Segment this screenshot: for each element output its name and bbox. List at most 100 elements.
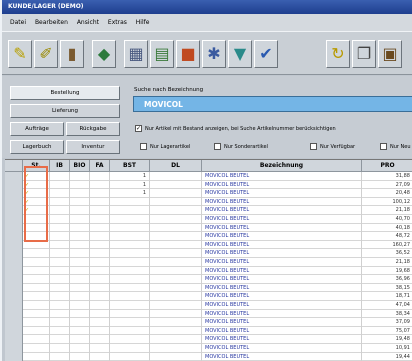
row-number[interactable] xyxy=(5,197,23,207)
ib-cell[interactable] xyxy=(50,301,70,310)
description-cell[interactable]: MOVICOL BEUTEL xyxy=(202,249,362,258)
description-cell[interactable]: MOVICOL BEUTEL xyxy=(202,232,362,241)
toolbar-button-truck[interactable]: ■ xyxy=(176,40,200,68)
header-bezeichnung[interactable]: Bezeichnung xyxy=(202,160,362,172)
description-cell[interactable]: MOVICOL BEUTEL xyxy=(202,189,362,198)
table-row[interactable]: MOVICOL BEUTEL 38,34 xyxy=(5,309,412,319)
checkbox[interactable] xyxy=(214,143,221,150)
status-cell[interactable] xyxy=(23,283,50,293)
row-number[interactable] xyxy=(5,180,23,190)
description-cell[interactable]: MOVICOL BEUTEL xyxy=(202,301,362,310)
ib-cell[interactable] xyxy=(50,318,70,327)
fa-cell[interactable] xyxy=(90,283,110,293)
fa-cell[interactable] xyxy=(90,292,110,301)
description-cell[interactable]: MOVICOL BEUTEL xyxy=(202,309,362,319)
fa-cell[interactable] xyxy=(90,309,110,319)
row-number[interactable] xyxy=(5,266,23,276)
bio-cell[interactable] xyxy=(70,301,90,310)
header-pro[interactable]: PRO xyxy=(362,160,412,172)
table-row[interactable]: ✓ 1 MOVICOL BEUTEL 31,88 xyxy=(5,172,412,181)
dl-cell[interactable] xyxy=(150,283,202,293)
ib-cell[interactable] xyxy=(50,215,70,224)
table-row[interactable]: MOVICOL BEUTEL 47,04 xyxy=(5,301,412,310)
status-cell[interactable] xyxy=(23,326,50,336)
price-cell[interactable]: 36,96 xyxy=(362,275,412,284)
status-cell[interactable] xyxy=(23,318,50,327)
dl-cell[interactable] xyxy=(150,275,202,284)
price-cell[interactable]: 37,09 xyxy=(362,318,412,327)
bst-cell[interactable] xyxy=(110,326,150,336)
option-1[interactable]: Nur Lagerartikel xyxy=(140,142,190,151)
header-fa[interactable]: FA xyxy=(90,160,110,172)
bio-cell[interactable] xyxy=(70,283,90,293)
status-cell[interactable] xyxy=(23,309,50,319)
bio-cell[interactable] xyxy=(70,292,90,301)
price-cell[interactable]: 75,07 xyxy=(362,327,412,336)
option-3[interactable]: Nur Verfügbar xyxy=(310,142,355,151)
description-cell[interactable]: MOVICOL BEUTEL xyxy=(202,352,362,361)
description-cell[interactable]: MOVICOL BEUTEL xyxy=(202,266,362,276)
price-cell[interactable]: 19,68 xyxy=(362,267,412,276)
price-cell[interactable]: 38,15 xyxy=(362,284,412,293)
description-cell[interactable]: MOVICOL BEUTEL xyxy=(202,283,362,293)
price-cell[interactable]: 10,91 xyxy=(362,344,412,353)
description-cell[interactable]: MOVICOL BEUTEL xyxy=(202,172,362,181)
fa-cell[interactable] xyxy=(90,215,110,224)
table-row[interactable]: MOVICOL BEUTEL 48,72 xyxy=(5,232,412,241)
row-number[interactable] xyxy=(5,189,23,198)
bio-cell[interactable] xyxy=(70,309,90,319)
table-row[interactable]: MOVICOL BEUTEL 40,70 xyxy=(5,215,412,224)
dl-cell[interactable] xyxy=(150,352,202,361)
fa-cell[interactable] xyxy=(90,232,110,241)
toolbar-button-edit-2[interactable]: ✐ xyxy=(34,40,58,68)
row-number[interactable] xyxy=(5,206,23,215)
bio-cell[interactable] xyxy=(70,223,90,233)
row-number[interactable] xyxy=(5,275,23,284)
fa-cell[interactable] xyxy=(90,352,110,361)
toolbar-button-building[interactable]: ▦ xyxy=(124,40,148,68)
price-cell[interactable]: 18,71 xyxy=(362,292,412,301)
search-input[interactable]: MOVICOL xyxy=(133,96,412,112)
price-cell[interactable]: 38,34 xyxy=(362,310,412,319)
ib-cell[interactable] xyxy=(50,172,70,181)
row-number[interactable] xyxy=(5,249,23,258)
price-cell[interactable]: 40,70 xyxy=(362,215,412,224)
description-cell[interactable]: MOVICOL BEUTEL xyxy=(202,275,362,284)
checkbox-checked[interactable]: ✓ xyxy=(135,125,142,132)
fa-cell[interactable] xyxy=(90,197,110,207)
bst-cell[interactable] xyxy=(110,275,150,284)
bio-cell[interactable] xyxy=(70,206,90,215)
ib-cell[interactable] xyxy=(50,283,70,293)
fa-cell[interactable] xyxy=(90,180,110,190)
fa-cell[interactable] xyxy=(90,258,110,267)
fa-cell[interactable] xyxy=(90,326,110,336)
auftraege-button[interactable]: Aufträge xyxy=(10,122,64,136)
description-cell[interactable]: MOVICOL BEUTEL xyxy=(202,326,362,336)
toolbar-button-refresh[interactable]: ↻ xyxy=(326,40,350,68)
row-number[interactable] xyxy=(5,318,23,327)
bio-cell[interactable] xyxy=(70,215,90,224)
bst-cell[interactable] xyxy=(110,318,150,327)
table-row[interactable]: MOVICOL BEUTEL 75,07 xyxy=(5,326,412,336)
bst-cell[interactable] xyxy=(110,309,150,319)
fa-cell[interactable] xyxy=(90,301,110,310)
dl-cell[interactable] xyxy=(150,344,202,353)
dl-cell[interactable] xyxy=(150,292,202,301)
price-cell[interactable]: 21,18 xyxy=(362,206,412,215)
price-cell[interactable]: 27,09 xyxy=(362,181,412,190)
toolbar-button-settings[interactable]: ✱ xyxy=(202,40,226,68)
bst-cell[interactable] xyxy=(110,206,150,215)
checkbox[interactable] xyxy=(310,143,317,150)
row-number[interactable] xyxy=(5,301,23,310)
row-number[interactable] xyxy=(5,335,23,344)
toolbar-button-check[interactable]: ✔ xyxy=(254,40,278,68)
description-cell[interactable]: MOVICOL BEUTEL xyxy=(202,215,362,224)
dl-cell[interactable] xyxy=(150,189,202,198)
menu-bearbeiten[interactable]: Bearbeiten xyxy=(35,19,68,26)
menu-extras[interactable]: Extras xyxy=(108,19,127,26)
bio-cell[interactable] xyxy=(70,249,90,258)
dl-cell[interactable] xyxy=(150,180,202,190)
checkbox[interactable] xyxy=(140,143,147,150)
bst-cell[interactable] xyxy=(110,249,150,258)
bst-cell[interactable] xyxy=(110,258,150,267)
